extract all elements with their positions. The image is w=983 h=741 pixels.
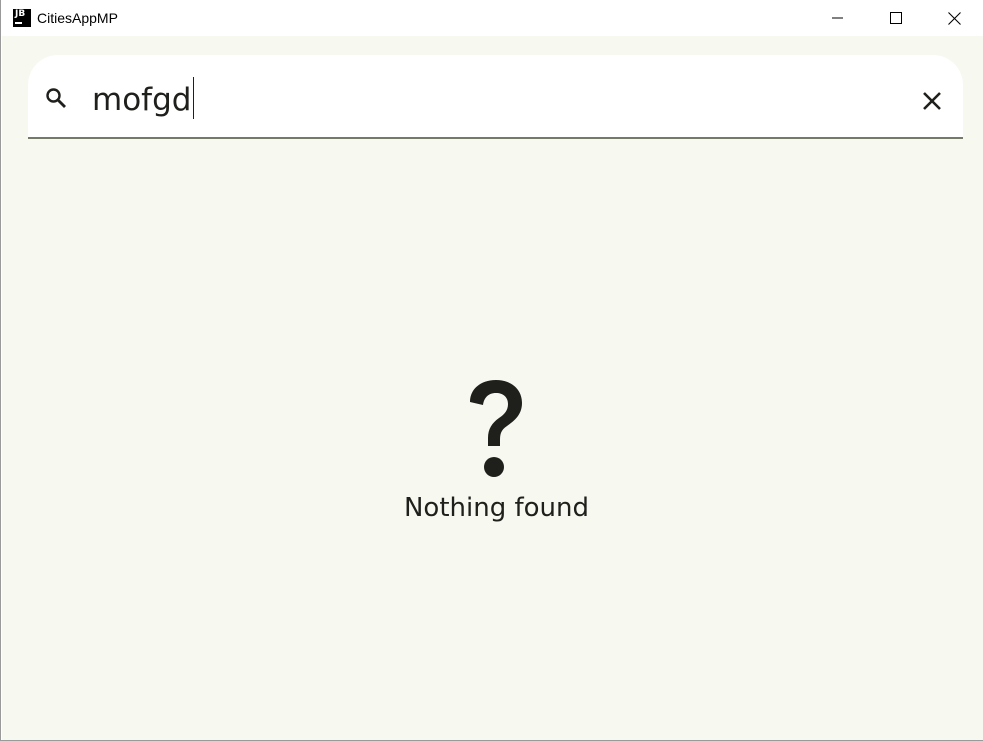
question-mark-icon (470, 380, 522, 477)
title-bar[interactable]: JB CitiesAppMP (1, 0, 983, 36)
close-window-button[interactable] (925, 0, 983, 36)
window-title: CitiesAppMP (37, 10, 118, 26)
logo-text: JB (15, 9, 26, 19)
jetbrains-logo-icon: JB (13, 9, 31, 27)
app-window: JB CitiesAppMP mofgd Nothing found (0, 0, 983, 741)
app-content: mofgd Nothing found (2, 36, 983, 740)
minimize-button[interactable] (809, 0, 867, 36)
close-icon (947, 11, 961, 25)
maximize-icon (890, 12, 902, 24)
maximize-button[interactable] (867, 0, 925, 36)
minimize-icon (832, 17, 843, 19)
empty-state: Nothing found (2, 36, 983, 740)
nothing-found-message: Nothing found (403, 493, 590, 523)
